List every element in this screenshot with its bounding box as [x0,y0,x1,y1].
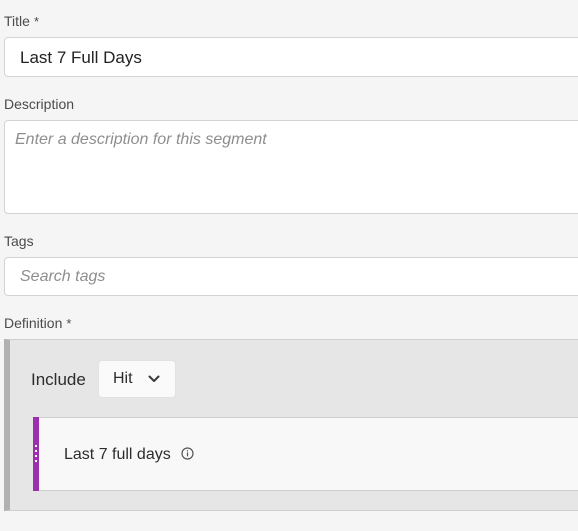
scope-dropdown[interactable]: Hit [98,360,176,398]
description-placeholder: Enter a description for this segment [15,131,267,148]
description-textarea[interactable]: Enter a description for this segment [4,120,578,214]
required-asterisk: * [66,316,72,331]
drag-handle-icon[interactable] [33,417,39,491]
include-label: Include [31,370,86,389]
tags-label: Tags [4,233,34,249]
description-label: Description [4,96,75,112]
segment-rule-card[interactable]: Last 7 full days [33,417,578,491]
title-label: Title * [4,13,39,29]
title-input-value: Last 7 Full Days [20,48,142,67]
rule-label: Last 7 full days [64,446,171,463]
required-asterisk: * [33,14,39,29]
info-icon[interactable] [181,447,194,460]
definition-container: Include Hit Last 7 full days [4,339,578,511]
tags-placeholder: Search tags [20,268,106,285]
title-input[interactable]: Last 7 Full Days [4,37,578,77]
tags-search-input[interactable]: Search tags [4,257,578,296]
definition-label: Definition * [4,315,71,331]
title-label-text: Title [4,13,30,29]
scope-dropdown-value: Hit [113,370,133,387]
chevron-down-icon [148,375,160,382]
definition-label-text: Definition [4,315,63,331]
